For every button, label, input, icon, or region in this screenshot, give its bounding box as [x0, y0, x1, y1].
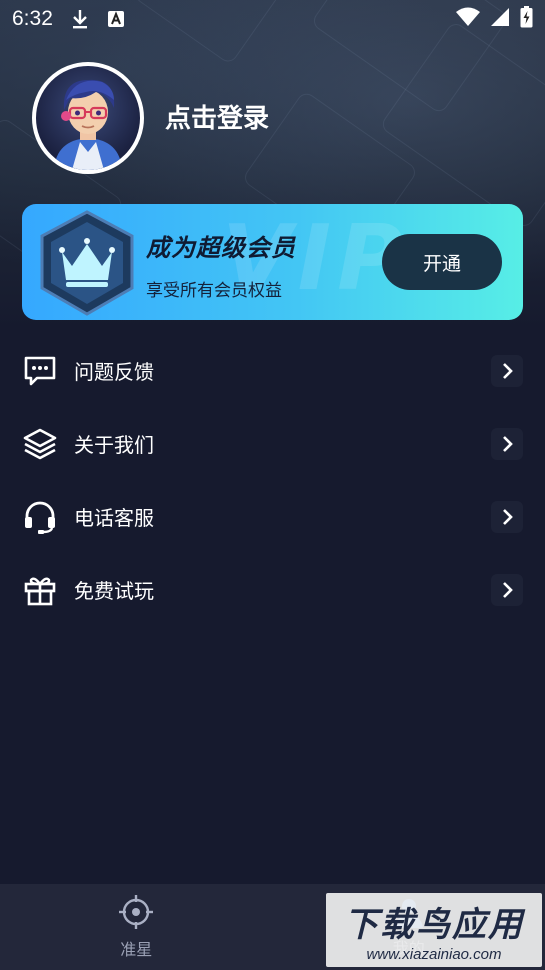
- battery-icon: [520, 5, 533, 33]
- status-time: 6:32: [12, 7, 53, 30]
- headset-icon: [22, 499, 58, 535]
- menu-item-label: 关于我们: [74, 433, 154, 457]
- vip-title: 成为超级会员: [146, 234, 296, 262]
- chevron-right-icon: [491, 500, 523, 533]
- menu-item-label: 问题反馈: [74, 360, 154, 384]
- signal-icon: [490, 7, 510, 32]
- tab-crosshair[interactable]: 准星: [0, 884, 273, 970]
- chat-icon: [22, 353, 58, 389]
- download-icon: [71, 9, 89, 29]
- watermark-title: 下载鸟应用: [344, 906, 524, 944]
- chevron-right-icon: [491, 354, 523, 387]
- menu-item-about[interactable]: 关于我们: [0, 407, 545, 480]
- avatar-illustration: [54, 79, 122, 170]
- crosshair-icon: [119, 895, 154, 929]
- vip-card[interactable]: VIP 成为超级会员 享受所有会员权益 开通: [22, 204, 523, 320]
- watermark-url: www.xiazainiao.com: [366, 946, 502, 963]
- tab-label: 准星: [120, 940, 153, 959]
- chevron-right-icon: [491, 573, 523, 606]
- a-badge-icon: [107, 10, 125, 28]
- site-watermark: 下载鸟应用 www.xiazainiao.com: [326, 893, 542, 967]
- gift-icon: [22, 572, 58, 608]
- menu-item-feedback[interactable]: 问题反馈: [0, 334, 545, 407]
- menu-item-phone-support[interactable]: 电话客服: [0, 480, 545, 553]
- login-prompt[interactable]: 点击登录: [165, 98, 269, 135]
- layers-icon: [22, 426, 58, 462]
- vip-subtitle: 享受所有会员权益: [146, 281, 282, 301]
- menu-item-free-trial[interactable]: 免费试玩: [0, 553, 545, 626]
- menu-item-label: 电话客服: [74, 506, 154, 530]
- status-bar: 6:32: [0, 0, 545, 38]
- crown-badge-icon: [40, 210, 134, 316]
- menu-list: 问题反馈 关于我们 电话客服 免费试玩: [0, 334, 545, 626]
- wifi-icon: [456, 7, 480, 32]
- chevron-right-icon: [491, 427, 523, 460]
- avatar[interactable]: [32, 62, 144, 174]
- vip-activate-button[interactable]: 开通: [382, 234, 502, 290]
- menu-item-label: 免费试玩: [74, 579, 154, 603]
